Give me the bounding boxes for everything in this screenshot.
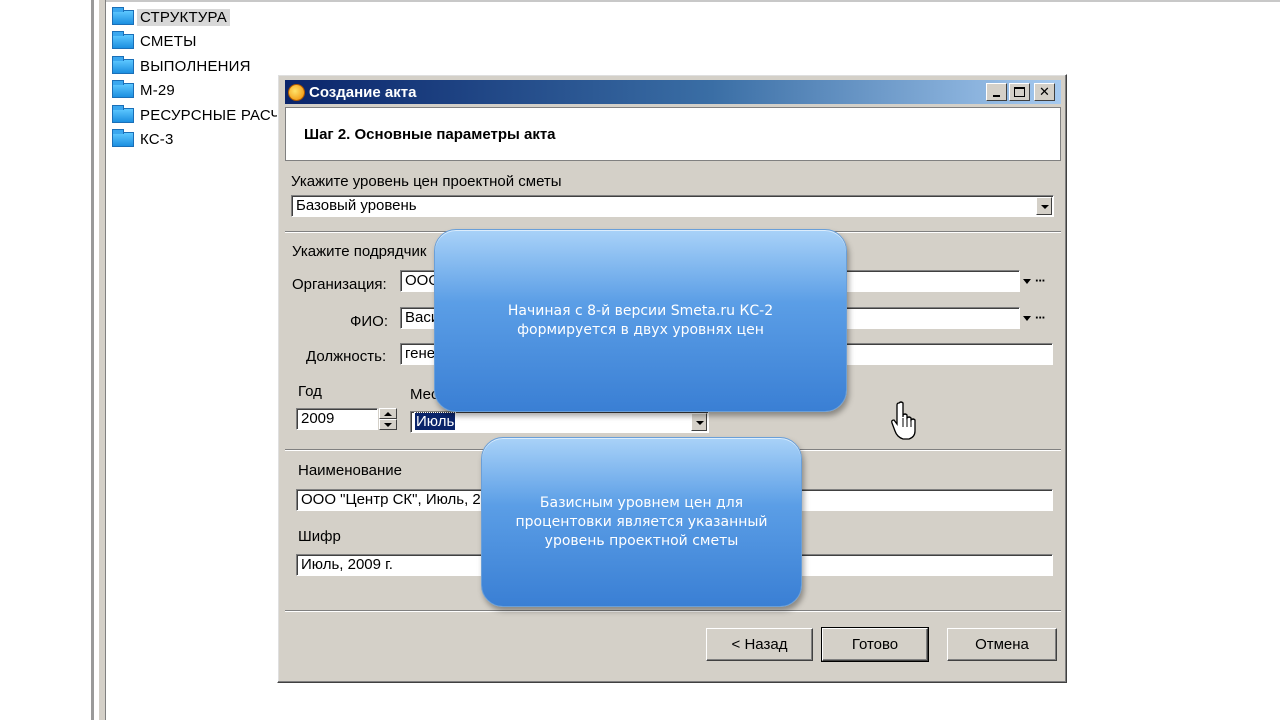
maximize-icon <box>1014 87 1025 97</box>
callout-text: Базисным уровнем цен для процентовки явл… <box>515 494 768 549</box>
tree-item-m29[interactable]: М-29 <box>112 79 284 104</box>
organization-dropdown-icon[interactable] <box>1023 279 1031 284</box>
folder-icon <box>112 31 134 50</box>
organization-browse-button[interactable]: ··· <box>1035 273 1046 288</box>
tree-item-estimates[interactable]: СМЕТЫ <box>112 30 284 55</box>
tree-item-label: ВЫПОЛНЕНИЯ <box>140 57 251 75</box>
spin-down-icon[interactable] <box>379 419 397 430</box>
splitter[interactable] <box>98 0 106 720</box>
folder-icon <box>112 104 134 123</box>
tree-item-structure[interactable]: СТРУКТУРА <box>112 5 284 30</box>
close-button[interactable]: ✕ <box>1034 83 1055 101</box>
minimize-icon <box>993 94 1000 97</box>
fio-dropdown-icon[interactable] <box>1023 316 1031 321</box>
folder-icon <box>112 129 134 148</box>
close-icon: ✕ <box>1039 84 1050 99</box>
tree-item-label: СТРУКТУРА <box>137 8 230 26</box>
contractor-label: Укажите подрядчик <box>292 243 427 260</box>
organization-label: Организация: <box>292 276 387 293</box>
chevron-down-icon[interactable] <box>691 413 707 431</box>
left-border <box>91 0 94 720</box>
back-button[interactable]: < Назад <box>706 628 813 661</box>
month-value: Июль <box>413 412 457 431</box>
folder-icon <box>112 80 134 99</box>
price-level-label: Укажите уровень цен проектной сметы <box>291 173 562 190</box>
step-header: Шаг 2. Основные параметры акта <box>285 107 1061 161</box>
fio-label: ФИО: <box>350 313 389 330</box>
fio-browse-button[interactable]: ··· <box>1035 310 1046 325</box>
top-divider <box>106 0 1280 2</box>
callout-text: Начиная с 8-й версии Smeta.ru КС-2 форми… <box>507 302 774 338</box>
done-button[interactable]: Готово <box>821 627 929 662</box>
position-label: Должность: <box>306 348 387 365</box>
tree-item-ks3[interactable]: КС-3 <box>112 128 284 153</box>
price-level-select[interactable]: Базовый уровень <box>291 195 1054 217</box>
app-icon <box>288 83 305 101</box>
price-level-value: Базовый уровень <box>296 197 417 214</box>
position-value: гене <box>405 345 436 362</box>
folder-icon <box>112 55 134 74</box>
minimize-button[interactable] <box>986 83 1007 101</box>
folder-tree: СТРУКТУРА СМЕТЫ ВЫПОЛНЕНИЯ М-29 РЕСУРСНЫ… <box>112 5 284 152</box>
divider <box>285 610 1061 612</box>
tree-item-label: М-29 <box>140 82 175 100</box>
code-value: Июль, 2009 г. <box>301 556 393 573</box>
year-label: Год <box>298 383 322 400</box>
hand-cursor-icon <box>891 401 916 440</box>
dialog-titlebar[interactable]: Создание акта ✕ <box>285 80 1061 104</box>
code-label: Шифр <box>298 528 341 545</box>
tree-item-completions[interactable]: ВЫПОЛНЕНИЯ <box>112 54 284 79</box>
tree-item-resources[interactable]: РЕСУРСНЫЕ РАСЧ <box>112 103 284 128</box>
window-controls: ✕ <box>986 83 1055 101</box>
year-spinner[interactable] <box>379 408 397 430</box>
info-callout-price-levels: Начиная с 8-й версии Smeta.ru КС-2 форми… <box>434 229 847 412</box>
chevron-down-icon[interactable] <box>1036 197 1052 215</box>
folder-icon <box>112 6 134 25</box>
year-value: 2009 <box>301 410 335 427</box>
cancel-button[interactable]: Отмена <box>947 628 1057 661</box>
step-title: Шаг 2. Основные параметры акта <box>304 126 556 143</box>
tree-item-label: СМЕТЫ <box>140 33 197 51</box>
month-select[interactable]: Июль <box>410 411 709 433</box>
maximize-button[interactable] <box>1009 83 1030 101</box>
year-input[interactable]: 2009 <box>296 408 378 430</box>
spin-up-icon[interactable] <box>379 408 397 419</box>
dialog-title: Создание акта <box>309 83 417 101</box>
tree-item-label: КС-3 <box>140 131 174 149</box>
name-label: Наименование <box>298 462 402 479</box>
info-callout-base-level: Базисным уровнем цен для процентовки явл… <box>481 437 802 607</box>
tree-item-label: РЕСУРСНЫЕ РАСЧ <box>140 106 281 124</box>
